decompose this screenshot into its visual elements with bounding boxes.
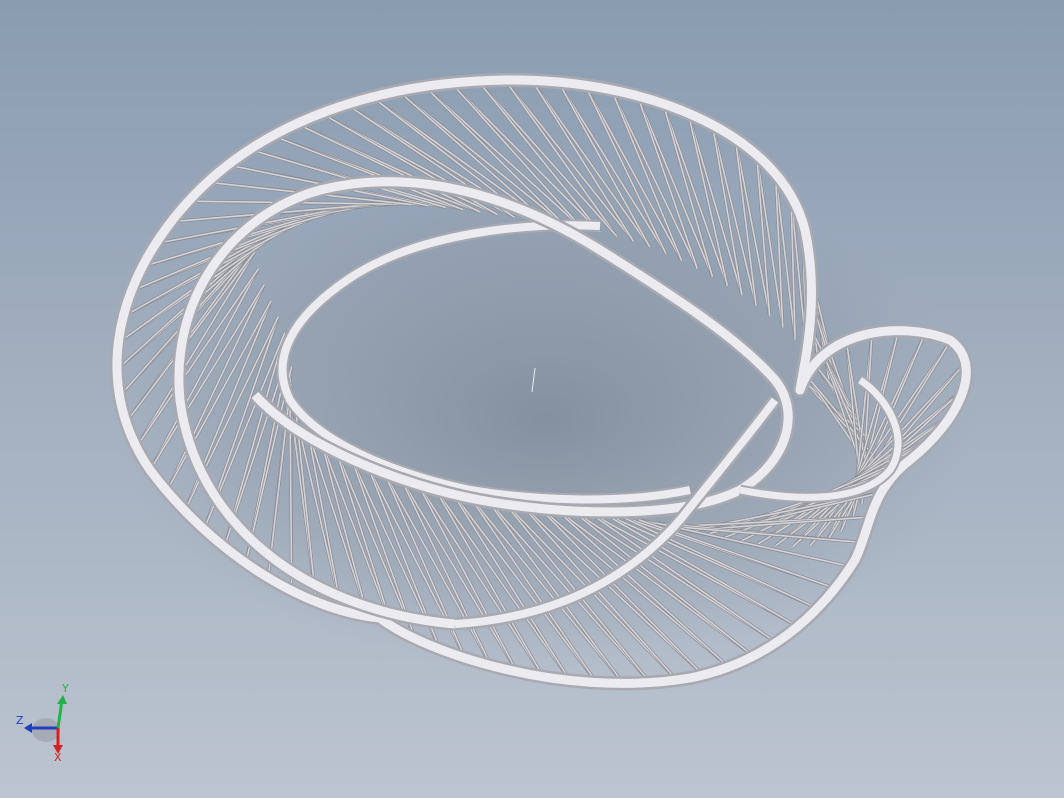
y-axis-arrow (56, 699, 64, 729)
axis-triad[interactable]: Y Z X (10, 682, 80, 762)
x-axis-label: X (54, 751, 62, 762)
z-axis-head (24, 723, 32, 733)
triad-sphere (32, 718, 60, 742)
z-axis-label: Z (16, 714, 24, 727)
model-viewport[interactable] (0, 0, 1064, 798)
y-axis-head (57, 695, 67, 704)
y-axis-label: Y (61, 682, 69, 695)
